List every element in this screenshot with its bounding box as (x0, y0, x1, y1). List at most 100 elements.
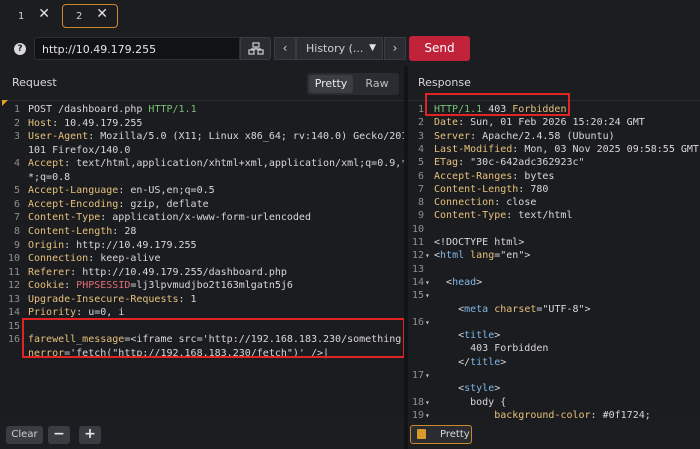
line-number: 6 (13, 198, 20, 210)
line-number: 19 (411, 409, 424, 421)
raw-tab[interactable]: Raw (357, 75, 397, 93)
clear-button[interactable]: Clear (6, 426, 43, 444)
pretty-label: Pretty (440, 429, 470, 440)
code-text: Host: 10.49.179.255 (28, 117, 143, 129)
line-marker-icon (2, 100, 8, 106)
pretty-tab[interactable]: Pretty (309, 75, 353, 93)
code-text: body { (434, 396, 507, 408)
code-text: Date: Sun, 01 Feb 2026 15:20:24 GMT (434, 117, 645, 129)
line-number: 3 (13, 131, 20, 143)
line-number: 12 (411, 250, 424, 262)
fold-arrow-icon[interactable]: ▾ (425, 276, 430, 289)
fold-arrow-icon[interactable]: ▾ (425, 316, 430, 329)
line-number: 10 (411, 223, 424, 235)
close-icon[interactable]: ✕ (38, 6, 50, 22)
code-text: <!DOCTYPE html> (434, 237, 525, 248)
line-number: 15 (411, 290, 424, 302)
fold-arrow-icon[interactable]: ▾ (425, 289, 430, 302)
line-number: 12 (7, 280, 20, 292)
code-text: Content-Length: 780 (434, 183, 549, 195)
tab-label: 2 (76, 10, 83, 22)
code-text: Accept-Ranges: bytes (434, 170, 555, 182)
line-number: 9 (417, 210, 424, 222)
line-number: 16 (411, 316, 424, 328)
highlight-box (425, 93, 570, 116)
code-text: User-Agent: Mozilla/5.0 (X11; Linux x86_… (28, 131, 404, 143)
fold-arrow-icon[interactable]: ▾ (425, 396, 430, 409)
send-button[interactable]: Send (409, 36, 470, 61)
code-text: Connection: keep-alive (28, 253, 161, 265)
code-text: Cookie: PHPSESSID=lj3lpvmudjbo2t163mlgat… (28, 280, 293, 292)
code-text: ETag: "30c-642adc362923c" (434, 157, 585, 169)
response-title: Response (418, 76, 471, 89)
code-text: <style> (434, 383, 501, 395)
close-icon[interactable]: ✕ (96, 6, 108, 22)
pretty-print-button[interactable]: Pretty (410, 425, 472, 444)
line-number: 4 (13, 158, 20, 170)
fold-arrow-icon[interactable]: ▾ (425, 249, 430, 262)
fold-arrow-icon[interactable]: ▾ (425, 369, 430, 382)
target-settings-button[interactable] (240, 37, 271, 60)
request-title: Request (12, 76, 57, 89)
line-number: 18 (411, 396, 424, 408)
zoom-in-button[interactable]: + (79, 426, 101, 444)
line-number: 14 (7, 307, 20, 319)
code-text: *;q=0.8 (28, 171, 71, 183)
line-number: 16 (7, 334, 20, 346)
line-number: 11 (411, 237, 424, 248)
tab-label: 1 (18, 10, 25, 22)
line-number: 9 (13, 239, 20, 251)
line-number: 8 (13, 225, 20, 237)
help-icon[interactable]: ? (14, 43, 26, 55)
code-text: 101 Firefox/140.0 (28, 144, 131, 156)
line-number: 15 (7, 320, 20, 332)
history-dropdown[interactable]: History (... ▼ (296, 37, 383, 60)
code-text: Content-Length: 28 (28, 225, 137, 237)
line-number: 5 (417, 157, 424, 169)
code-text: Last-Modified: Mon, 03 Nov 2025 09:58:55… (434, 143, 699, 155)
line-number: 14 (411, 276, 424, 288)
code-text: Origin: http://10.49.179.255 (28, 239, 197, 251)
document-icon (417, 429, 426, 439)
code-text: Accept-Language: en-US,en;q=0.5 (28, 185, 215, 197)
response-editor[interactable]: 1 HTTP/1.1 403 Forbidden 2 Date: Sun, 01 Fe… (408, 100, 700, 421)
line-number: 13 (411, 263, 424, 275)
line-number: 13 (7, 293, 20, 305)
target-url-input[interactable]: http://10.49.179.255 (34, 37, 240, 60)
code-text: </title> (434, 356, 507, 368)
code-text: background-color: #0f1724; (494, 409, 651, 421)
chevron-left-icon: ‹ (282, 41, 288, 55)
code-text: <title> (434, 330, 501, 342)
zoom-out-button[interactable]: − (48, 426, 70, 444)
code-text: <head> (434, 276, 483, 288)
code-text: Referer: http://10.49.179.255/dashboard.… (28, 266, 287, 278)
code-text: Server: Apache/2.4.58 (Ubuntu) (434, 130, 615, 142)
code-text: <html lang="en"> (434, 250, 531, 262)
code-text: Accept-Encoding: gzip, deflate (28, 198, 209, 210)
line-number: 6 (417, 170, 424, 182)
highlight-box (22, 318, 405, 358)
tab-2[interactable]: 2 ✕ (62, 4, 118, 28)
line-number: 2 (13, 117, 20, 129)
history-label: History (... (306, 42, 364, 55)
code-text: 403 Forbidden (434, 343, 549, 355)
request-editor[interactable]: 1 POST /dashboard.php HTTP/1.1 2 Host: 10.4… (0, 100, 404, 421)
code-text: Connection: close (434, 197, 537, 209)
code-text: Accept: text/html,application/xhtml+xml,… (28, 158, 404, 170)
code-text: Upgrade-Insecure-Requests: 1 (28, 293, 197, 305)
line-number: 7 (13, 212, 20, 224)
line-number: 4 (417, 143, 424, 155)
line-number: 1 (417, 104, 424, 115)
line-number: 10 (7, 253, 20, 265)
line-number: 8 (417, 197, 424, 209)
forward-button[interactable]: › (384, 37, 406, 60)
line-number: 7 (417, 183, 424, 195)
back-button[interactable]: ‹ (274, 37, 296, 60)
code-text: Content-Type: application/x-www-form-url… (28, 212, 311, 224)
fold-arrow-icon[interactable]: ▾ (425, 409, 430, 421)
network-icon (248, 42, 264, 55)
tab-1[interactable]: 1 ✕ (4, 4, 60, 28)
line-number: 5 (13, 185, 20, 197)
code-text: Content-Type: text/html (434, 210, 573, 222)
code-text: POST /dashboard.php HTTP/1.1 (28, 104, 197, 115)
